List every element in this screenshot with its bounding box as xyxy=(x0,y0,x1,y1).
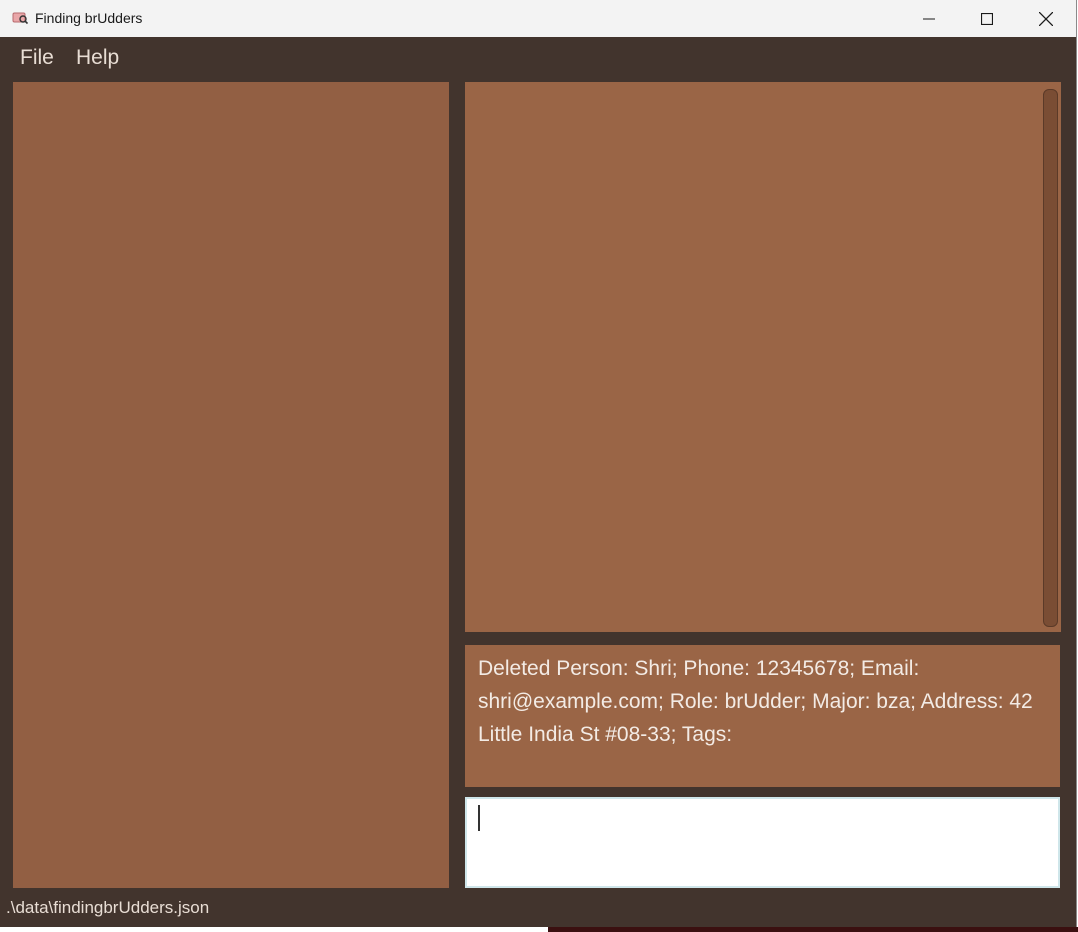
title-bar[interactable]: Finding brUdders xyxy=(0,0,1076,37)
minimize-button[interactable] xyxy=(900,0,958,37)
maximize-button[interactable] xyxy=(958,0,1016,37)
app-icon xyxy=(12,10,29,26)
command-input[interactable] xyxy=(465,797,1060,888)
person-list-panel[interactable] xyxy=(13,82,449,888)
close-icon xyxy=(1039,11,1053,26)
data-file-path: .\data\findingbrUdders.json xyxy=(6,898,210,917)
result-message: Deleted Person: Shri; Phone: 12345678; E… xyxy=(478,657,1033,746)
maximize-icon xyxy=(981,12,993,25)
status-bar: .\data\findingbrUdders.json xyxy=(0,890,1076,927)
display-scrollbar-thumb[interactable] xyxy=(1043,89,1058,627)
menu-bar: File Help xyxy=(0,37,1076,81)
menu-help[interactable]: Help xyxy=(76,46,119,70)
background-window-edge xyxy=(548,927,1078,932)
text-caret xyxy=(478,805,480,831)
minimize-icon xyxy=(923,18,935,19)
window-title: Finding brUdders xyxy=(35,10,143,26)
background-strip xyxy=(0,927,1078,932)
close-button[interactable] xyxy=(1017,0,1075,37)
result-display: Deleted Person: Shri; Phone: 12345678; E… xyxy=(465,645,1060,787)
menu-file[interactable]: File xyxy=(20,46,54,70)
detail-display-panel[interactable] xyxy=(465,82,1061,632)
app-window: Finding brUdders File Help Deleted Perso… xyxy=(0,0,1077,928)
